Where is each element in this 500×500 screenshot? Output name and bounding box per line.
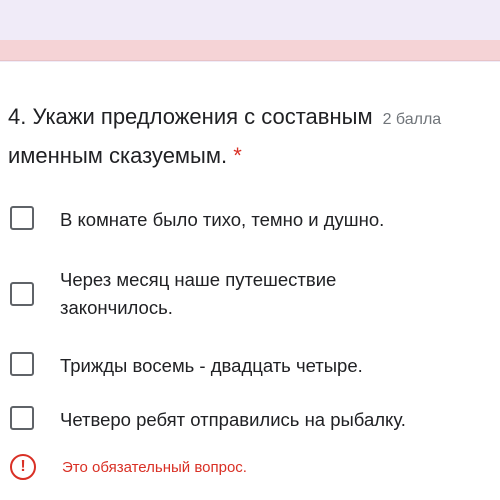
question-title: 4. Укажи предложения с составным 2 балла …: [8, 99, 500, 174]
checkbox[interactable]: [10, 282, 34, 306]
question-text-line1: 4. Укажи предложения с составным: [8, 104, 373, 129]
form-header-band: [0, 0, 500, 62]
checkbox[interactable]: [10, 352, 34, 376]
question-card: 4. Укажи предложения с составным 2 балла …: [0, 62, 500, 500]
checkbox[interactable]: [10, 206, 34, 230]
required-asterisk: *: [233, 143, 242, 168]
option-label[interactable]: Трижды восемь - двадцать четыре.: [60, 352, 480, 380]
points-label: 2 балла: [382, 111, 442, 128]
option-label[interactable]: Четверо ребят отправились на рыбалку.: [60, 406, 480, 434]
option-label[interactable]: Через месяц наше путешествие закончилось…: [60, 266, 400, 322]
question-text-line2: именным сказуемым.: [8, 143, 228, 168]
option-item[interactable]: Через месяц наше путешествие закончилось…: [10, 266, 400, 322]
error-message: Это обязательный вопрос.: [62, 458, 247, 476]
option-item[interactable]: Четверо ребят отправились на рыбалку.: [10, 406, 480, 434]
option-item[interactable]: Трижды восемь - двадцать четыре.: [10, 352, 480, 380]
checkbox[interactable]: [10, 406, 34, 430]
error-highlight-strip: [0, 40, 500, 61]
option-item[interactable]: В комнате было тихо, темно и душно.: [10, 206, 480, 234]
option-label[interactable]: В комнате было тихо, темно и душно.: [60, 206, 480, 234]
error-message-row: ! Это обязательный вопрос.: [10, 454, 247, 480]
exclamation-icon: !: [10, 454, 36, 480]
